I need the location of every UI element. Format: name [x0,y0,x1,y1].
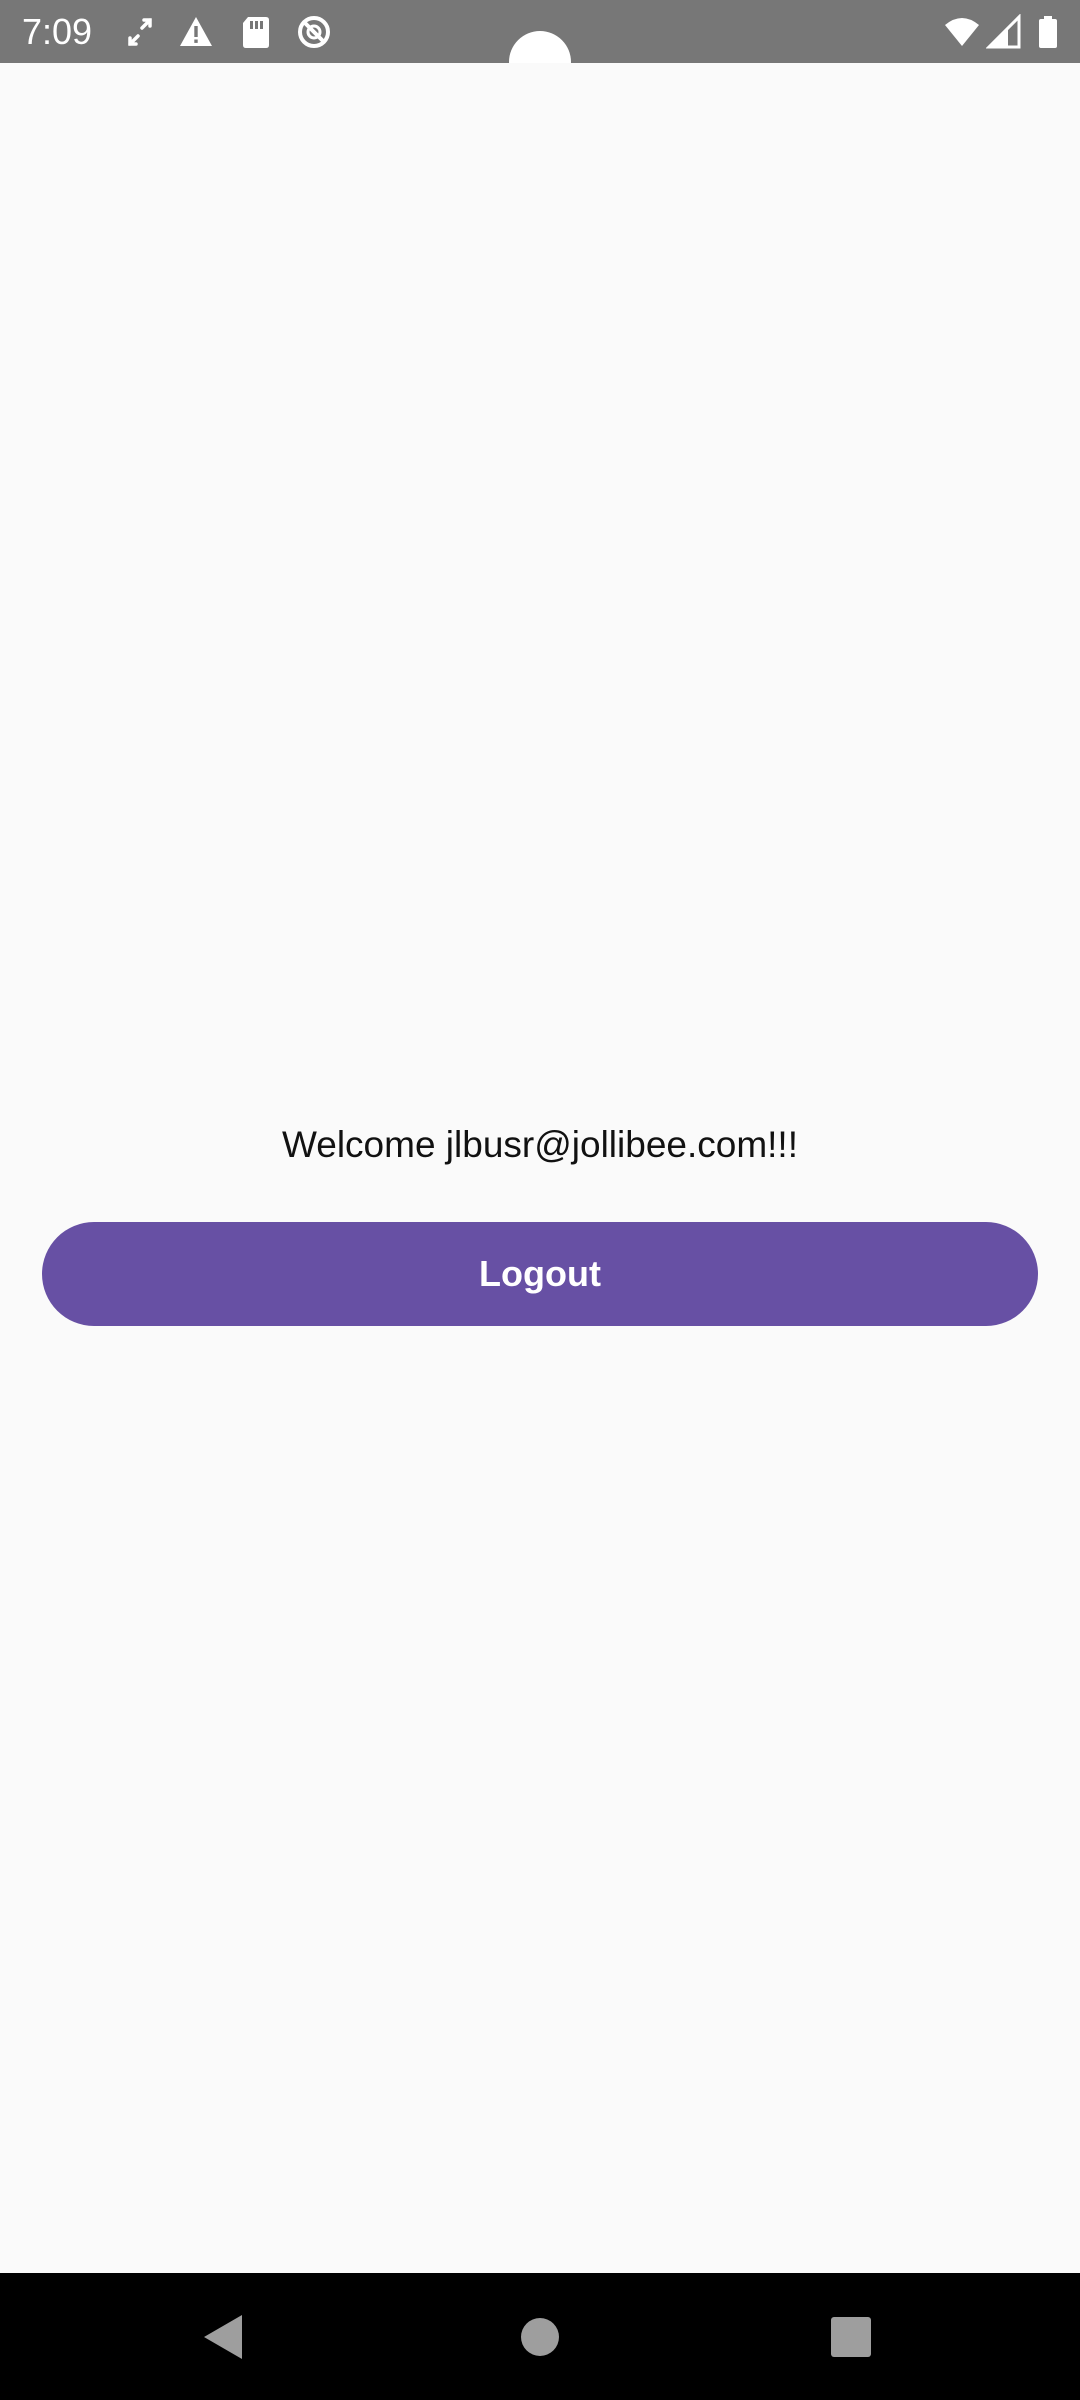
home-icon [521,2317,559,2356]
home-button[interactable] [460,2273,620,2400]
welcome-message: Welcome jlbusr@jollibee.com!!! [282,1124,798,1165]
cellular-signal-icon [986,14,1021,49]
navigation-bar [0,2273,1080,2400]
do-not-disturb-icon [298,16,330,48]
back-icon [204,2314,242,2359]
logout-button[interactable]: Logout [42,1222,1038,1326]
status-time: 7:09 [22,11,93,52]
back-button[interactable] [144,2273,304,2400]
warning-icon [180,17,212,46]
phone-screen: 7:09 Welcome jlbusr@jollibee.com!!! Logo… [0,0,1080,2400]
recents-icon [831,2316,871,2357]
main-content: Welcome jlbusr@jollibee.com!!! Logout [0,63,1080,2273]
sd-card-icon [243,17,269,48]
wifi-icon [945,18,979,46]
data-sync-icon [128,18,152,46]
recents-button[interactable] [771,2273,931,2400]
battery-icon [1039,16,1057,48]
